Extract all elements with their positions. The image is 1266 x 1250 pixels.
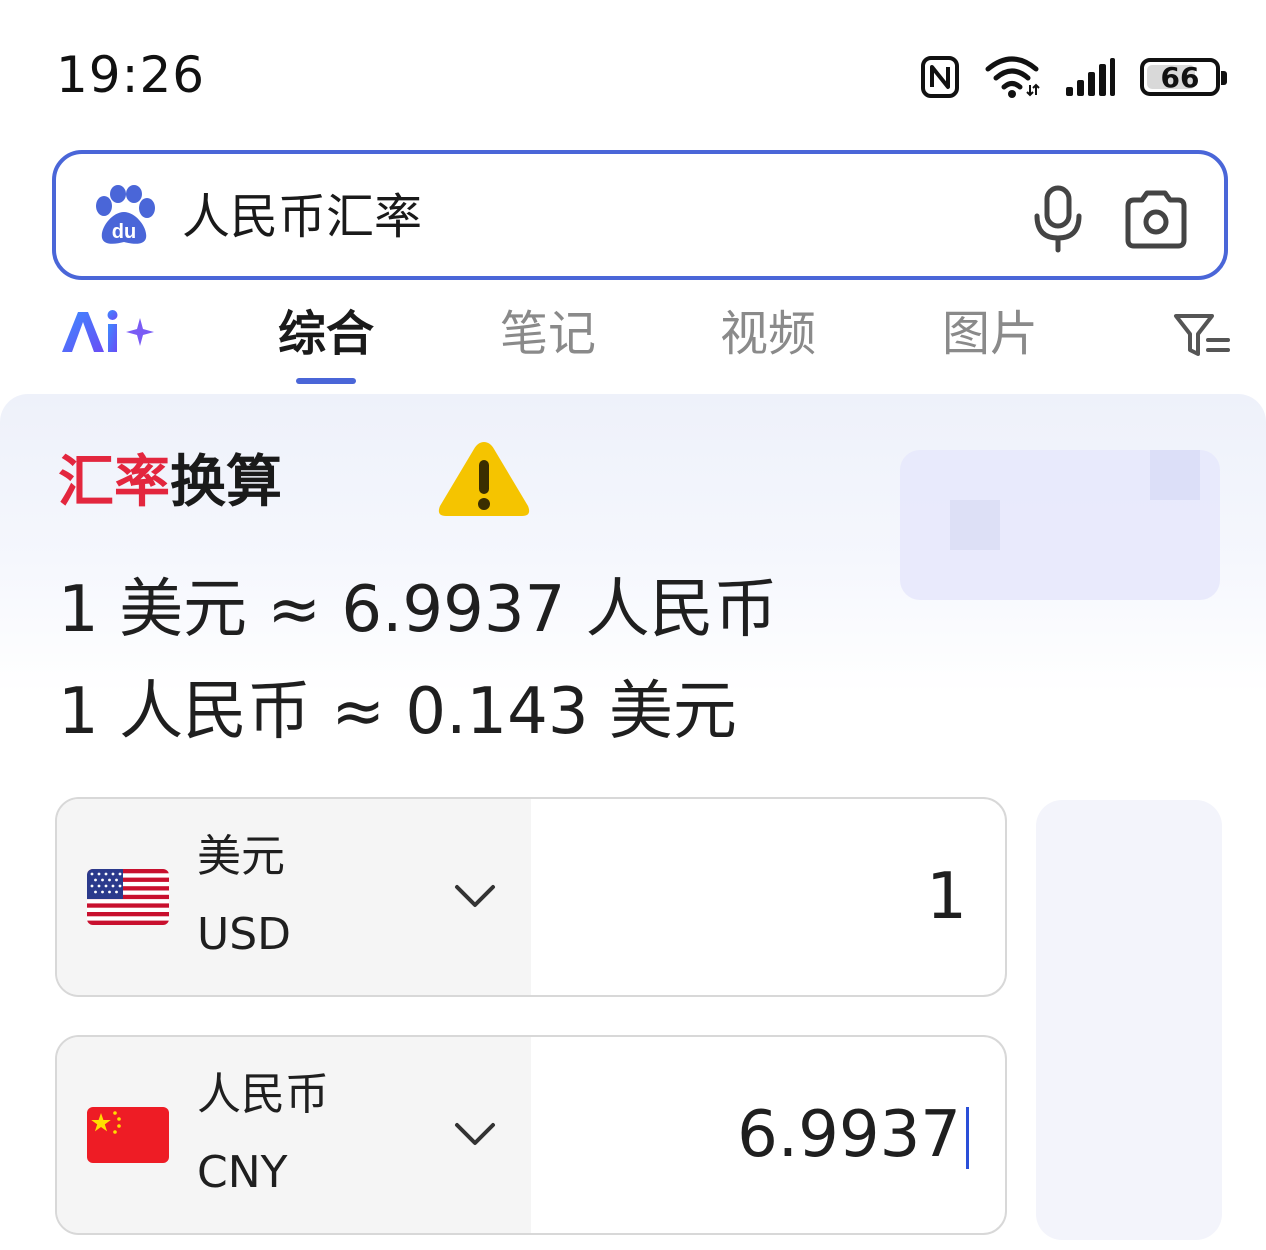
amount-input-cny[interactable]: 6.9937 [541,1095,961,1175]
currency-code-cny: CNY [197,1147,288,1198]
page: 19:26 66 du 人民币汇率 综合 笔记 视频 图片 汇率换算 1 美元 … [0,0,1266,1250]
currency-code-usd: USD [197,909,292,960]
tab-general[interactable]: 综合 [278,302,374,366]
warning-icon [438,442,530,516]
svg-text:du: du [112,221,136,243]
battery-icon: 66 [1140,58,1227,96]
search-input[interactable]: 人民币汇率 [182,182,422,252]
status-icons: 66 [920,54,1227,100]
rate-cny-to-usd: 1 人民币 ≈ 0.143 美元 [58,675,737,749]
signal-icon [1066,58,1115,96]
currency-selector-usd[interactable]: 美元 USD [57,799,531,995]
tab-bar: 综合 笔记 视频 图片 [0,300,1266,390]
tab-notes[interactable]: 笔记 [500,302,596,366]
camera-icon[interactable] [1122,188,1190,250]
tab-videos[interactable]: 视频 [720,302,816,366]
amount-input-usd[interactable]: 1 [547,857,967,937]
rate-usd-to-cny: 1 美元 ≈ 6.9937 人民币 [58,573,778,647]
currency-name-usd: 美元 [197,831,285,882]
converter-row-usd: 美元 USD 1 [55,797,1007,997]
ai-logo-icon[interactable] [58,304,158,360]
mic-icon[interactable] [1030,184,1086,254]
card-title: 汇率换算 [58,448,282,518]
currency-name-cny: 人民币 [197,1069,329,1120]
battery-level: 66 [1160,60,1200,94]
blurred-side-panel [1036,800,1222,1240]
card-title-highlight: 汇率 [58,450,170,515]
chevron-down-icon[interactable] [453,877,497,913]
currency-selector-cny[interactable]: 人民币 CNY [57,1037,531,1233]
cn-flag-icon [87,1107,169,1163]
converter-row-cny: 人民币 CNY 6.9937 [55,1035,1007,1235]
status-time: 19:26 [56,46,206,104]
chevron-down-icon[interactable] [453,1115,497,1151]
nfc-icon [921,56,959,98]
us-flag-icon [87,869,169,925]
blurred-area [1150,450,1200,500]
filter-icon[interactable] [1172,308,1232,362]
card-title-rest: 换算 [170,450,282,515]
search-bar[interactable]: du 人民币汇率 [52,150,1228,280]
blurred-area [950,500,1000,550]
text-cursor [966,1107,969,1169]
baidu-logo[interactable]: du [90,184,158,248]
tab-images[interactable]: 图片 [942,302,1038,366]
active-tab-indicator [296,378,356,384]
wifi-icon [985,56,1040,98]
